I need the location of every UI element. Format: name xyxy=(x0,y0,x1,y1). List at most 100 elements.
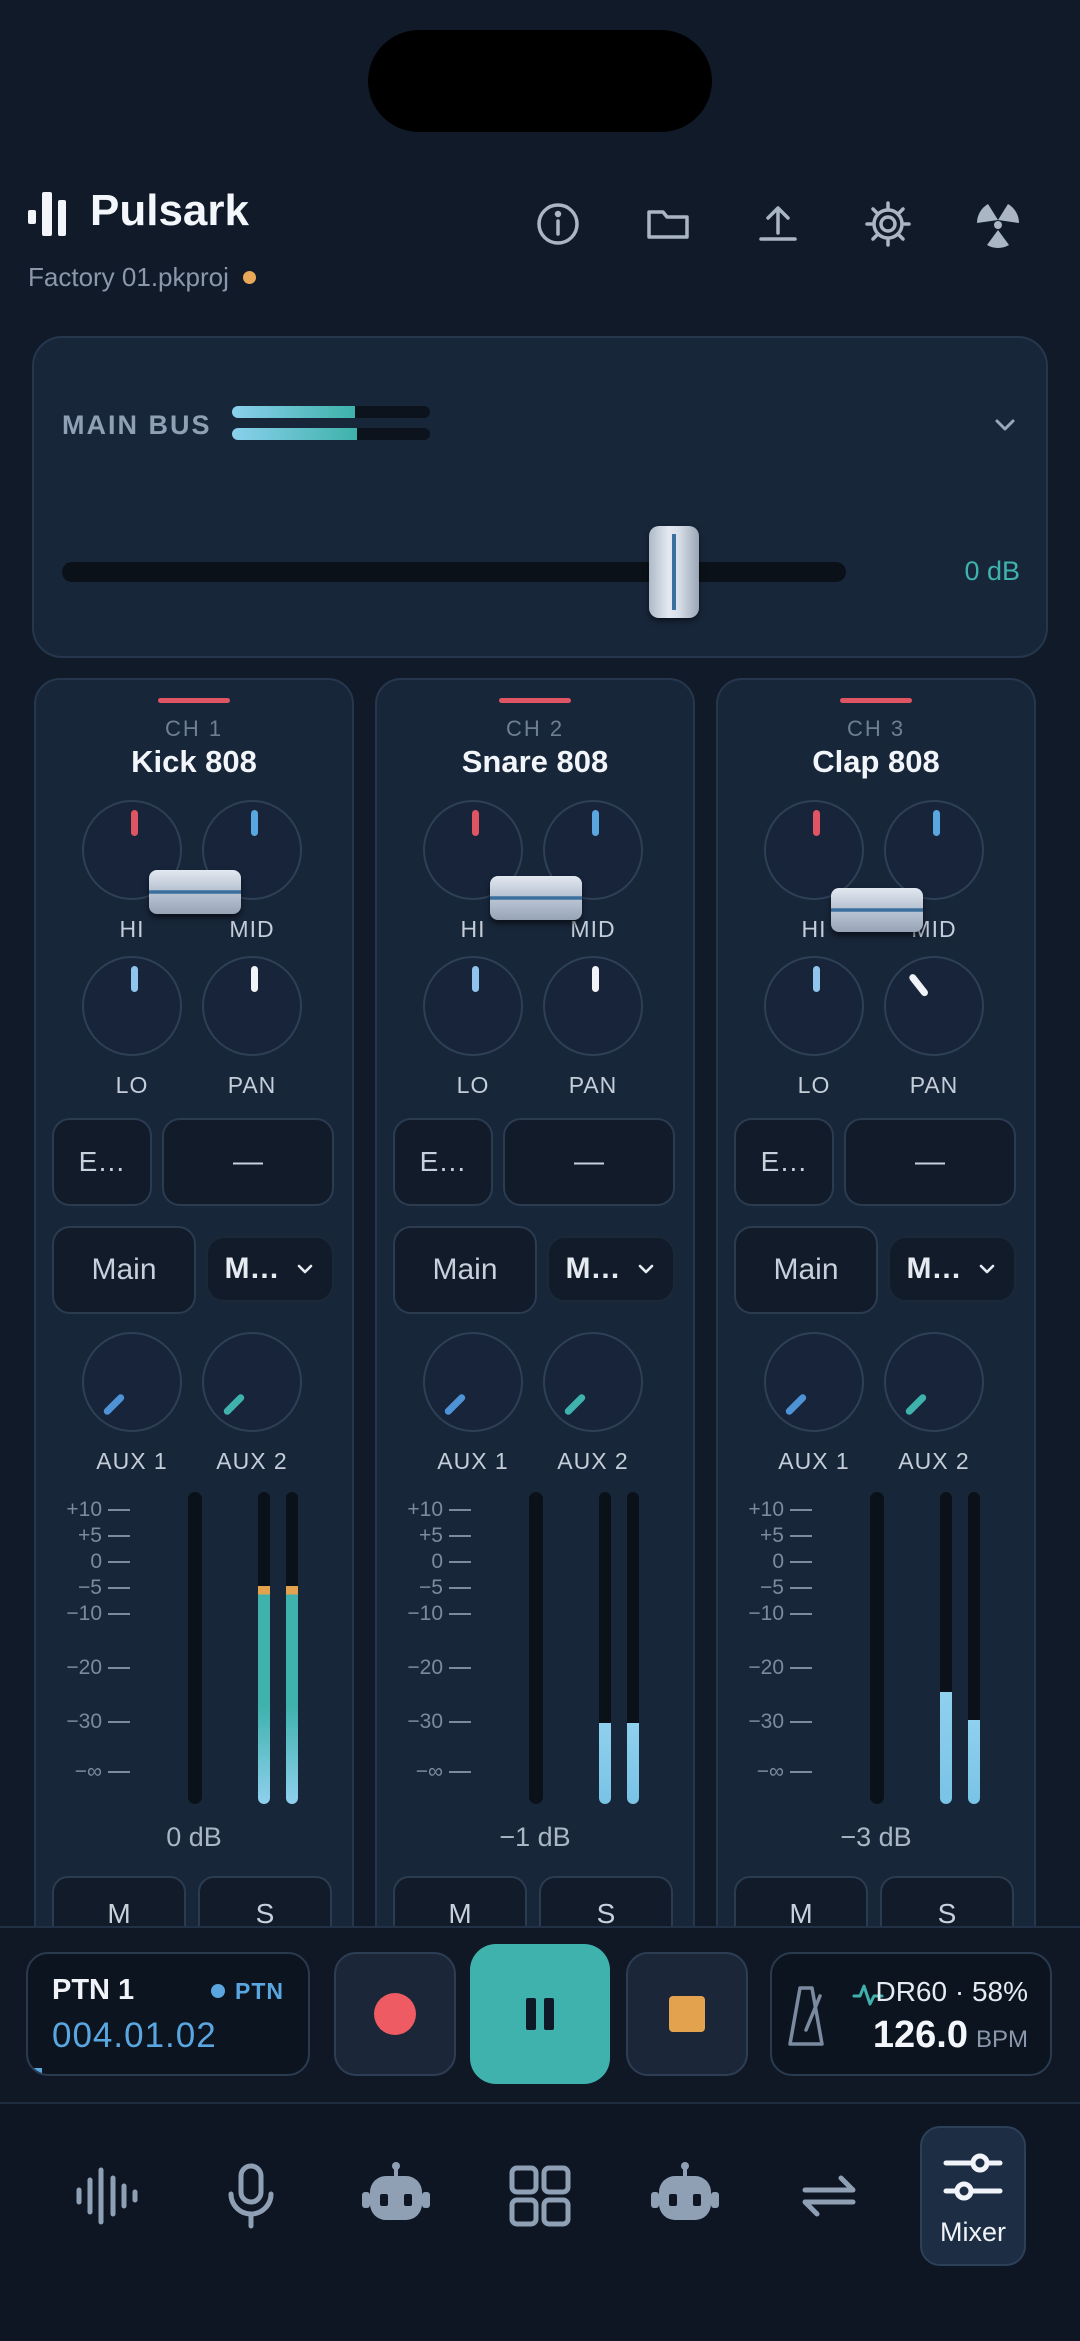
waveform-icon xyxy=(76,2167,138,2225)
scale-label: −20 xyxy=(66,1656,130,1680)
knob-label: AUX 2 xyxy=(216,1448,288,1474)
channel-number: CH 1 xyxy=(164,716,224,741)
chevron-down-icon xyxy=(979,1264,994,1274)
chevron-down-icon[interactable] xyxy=(990,410,1020,440)
stop-button[interactable] xyxy=(626,1952,748,2076)
nav-robot-1[interactable] xyxy=(343,2126,449,2266)
aux1-knob[interactable] xyxy=(423,1332,523,1432)
song-position: 004.01.02 xyxy=(52,2016,217,2055)
main-bus-meter-right xyxy=(232,428,430,440)
channel-fader-track[interactable] xyxy=(529,1492,543,1804)
gear-icon[interactable] xyxy=(858,194,918,254)
route-main-button[interactable]: Main xyxy=(52,1226,196,1314)
transport-bar: PTN 1 PTN 004.01.02 DR60 · 58% 126.0 BPM xyxy=(0,1926,1080,2102)
channel-fader-handle[interactable] xyxy=(149,870,241,914)
scale-label: +10 xyxy=(748,1498,812,1522)
knob-indicator xyxy=(592,810,599,836)
knob-indicator xyxy=(813,810,820,836)
scale-label: −20 xyxy=(748,1656,812,1680)
info-icon[interactable] xyxy=(528,194,588,254)
project-name[interactable]: Factory 01.pkproj xyxy=(28,262,256,293)
route-select-value: M… xyxy=(906,1252,962,1285)
unsaved-dot xyxy=(242,270,256,284)
knob-indicator xyxy=(131,966,138,992)
nav-microphone[interactable] xyxy=(198,2126,304,2266)
aux1-knob[interactable] xyxy=(82,1332,182,1432)
project-filename: Factory 01.pkproj xyxy=(28,262,229,292)
radiation-icon[interactable] xyxy=(968,194,1028,254)
eq-hi-knob[interactable] xyxy=(764,800,864,900)
dash-button[interactable]: — xyxy=(503,1118,675,1206)
knob-indicator xyxy=(472,810,479,836)
nav-waveform[interactable] xyxy=(54,2126,160,2266)
channel-strip: CH 1 Kick 808 HI MID LO PAN E… — Main M… A… xyxy=(34,678,354,1958)
scale-label: −∞ xyxy=(416,1760,471,1784)
channel-name[interactable]: Kick 808 xyxy=(36,744,352,780)
channel-name[interactable]: Clap 808 xyxy=(718,744,1034,780)
record-button[interactable] xyxy=(334,1952,456,2076)
folder-icon[interactable] xyxy=(638,194,698,254)
channel-name[interactable]: Snare 808 xyxy=(377,744,693,780)
scale-label: −10 xyxy=(407,1602,471,1626)
scale-label: +5 xyxy=(419,1524,471,1548)
bottom-nav: Mixer xyxy=(0,2102,1080,2341)
knob-indicator xyxy=(102,1392,126,1417)
knob-label: HI xyxy=(460,916,486,942)
pattern-progress xyxy=(28,2068,42,2074)
knob-indicator xyxy=(813,966,820,992)
route-select[interactable]: M… xyxy=(888,1236,1016,1302)
main-bus-value: 0 dB xyxy=(964,556,1020,586)
dash-button[interactable]: — xyxy=(844,1118,1016,1206)
channel-fader-track[interactable] xyxy=(870,1492,884,1804)
aux1-knob[interactable] xyxy=(764,1332,864,1432)
route-select[interactable]: M… xyxy=(547,1236,675,1302)
knob-label: MID xyxy=(570,916,616,942)
pan-knob[interactable] xyxy=(884,956,984,1056)
chevron-down-icon xyxy=(297,1264,312,1274)
channel-fader-value: −1 dB xyxy=(499,1822,571,1852)
route-main-button[interactable]: Main xyxy=(734,1226,878,1314)
channel-fader-handle[interactable] xyxy=(490,876,582,920)
aux2-knob[interactable] xyxy=(202,1332,302,1432)
upload-icon[interactable] xyxy=(748,194,808,254)
knob-label: AUX 1 xyxy=(778,1448,850,1474)
pan-knob[interactable] xyxy=(543,956,643,1056)
knob-indicator xyxy=(904,1392,928,1417)
pan-knob[interactable] xyxy=(202,956,302,1056)
pause-button[interactable] xyxy=(470,1944,610,2084)
route-select-value: M… xyxy=(565,1252,621,1285)
pattern-display[interactable]: PTN 1 PTN 004.01.02 xyxy=(26,1952,310,2076)
dash-button[interactable]: — xyxy=(162,1118,334,1206)
channel-meter-right xyxy=(968,1492,980,1804)
main-bus-fader-track[interactable] xyxy=(62,562,846,582)
eq-lo-knob[interactable] xyxy=(764,956,864,1056)
knob-label: PAN xyxy=(227,1072,277,1098)
knob-indicator xyxy=(251,966,258,992)
nav-loop[interactable] xyxy=(776,2126,882,2266)
aux2-knob[interactable] xyxy=(884,1332,984,1432)
eq-lo-knob[interactable] xyxy=(423,956,523,1056)
nav-mixer[interactable]: Mixer xyxy=(920,2126,1026,2266)
route-main-button[interactable]: Main xyxy=(393,1226,537,1314)
loop-icon xyxy=(802,2175,856,2217)
nav-grid[interactable] xyxy=(487,2126,593,2266)
eq-mid-knob[interactable] xyxy=(884,800,984,900)
pattern-name: PTN 1 xyxy=(52,1974,135,2006)
scale-label: +10 xyxy=(407,1498,471,1522)
channel-fader-handle[interactable] xyxy=(831,888,923,932)
aux2-knob[interactable] xyxy=(543,1332,643,1432)
drum-machine-display[interactable]: DR60 · 58% 126.0 BPM xyxy=(770,1952,1052,2076)
knob-indicator xyxy=(907,972,930,998)
fx-button[interactable]: E… xyxy=(734,1118,834,1206)
main-bus-fader-handle[interactable] xyxy=(648,526,699,618)
channel-fader-track[interactable] xyxy=(188,1492,202,1804)
nav-robot-2[interactable] xyxy=(632,2126,738,2266)
eq-lo-knob[interactable] xyxy=(82,956,182,1056)
fx-button[interactable]: E… xyxy=(52,1118,152,1206)
channel-color-bar xyxy=(158,698,230,703)
fx-button[interactable]: E… xyxy=(393,1118,493,1206)
drum-kit-status: DR60 · 58% xyxy=(875,1976,1028,2007)
scale-label: −10 xyxy=(66,1602,130,1626)
scale-label: 0 xyxy=(772,1550,812,1574)
route-select[interactable]: M… xyxy=(206,1236,334,1302)
